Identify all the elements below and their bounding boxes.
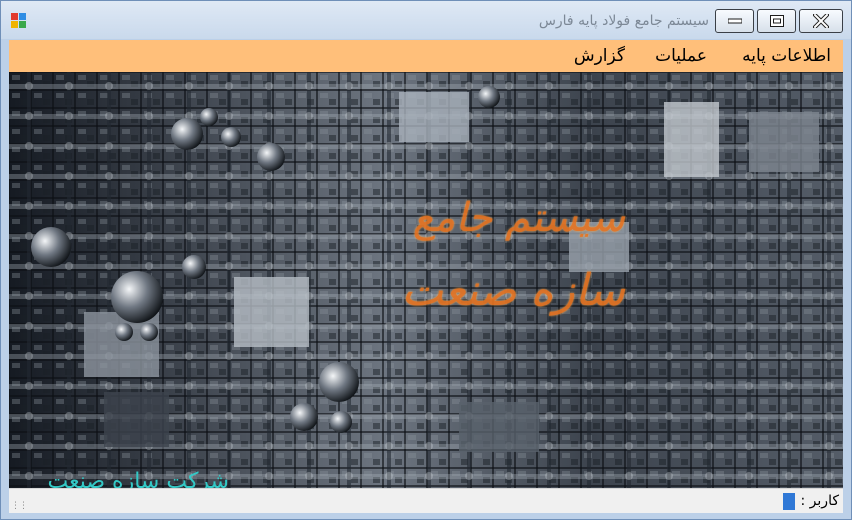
splash-footer-text: شرکت سازه صنعت bbox=[47, 469, 229, 488]
menu-base-info[interactable]: اطلاعات پایه bbox=[742, 46, 831, 66]
menu-bar: اطلاعات پایه عملیات گزارش bbox=[9, 40, 843, 72]
splash-title: سیستم جامع bbox=[412, 195, 625, 241]
close-button[interactable] bbox=[799, 9, 843, 33]
minimize-button[interactable] bbox=[715, 9, 754, 33]
app-icon[interactable] bbox=[11, 13, 29, 29]
minimize-icon bbox=[727, 18, 742, 24]
current-user-value bbox=[783, 493, 795, 510]
title-bar[interactable]: سیستم جامع فولاد پایه فارس bbox=[1, 1, 851, 39]
maximize-button[interactable] bbox=[757, 9, 796, 33]
main-window: سیستم جامع فولاد پایه فارس اطلاعات پایه … bbox=[0, 0, 852, 520]
resize-grip-icon[interactable]: ⋮⋮ bbox=[11, 501, 28, 511]
close-icon bbox=[813, 14, 829, 28]
status-bar: ⋮⋮ کاربر : bbox=[9, 488, 843, 513]
menu-report[interactable]: گزارش bbox=[574, 46, 625, 66]
user-label: کاربر : bbox=[800, 493, 839, 509]
splash-area: سیستم جامع سازه صنعت شرکت سازه صنعت bbox=[9, 72, 843, 488]
maximize-icon bbox=[769, 15, 784, 27]
splash-subtitle: سازه صنعت bbox=[401, 265, 625, 316]
window-title: سیستم جامع فولاد پایه فارس bbox=[538, 13, 709, 29]
menu-operations[interactable]: عملیات bbox=[655, 46, 707, 66]
